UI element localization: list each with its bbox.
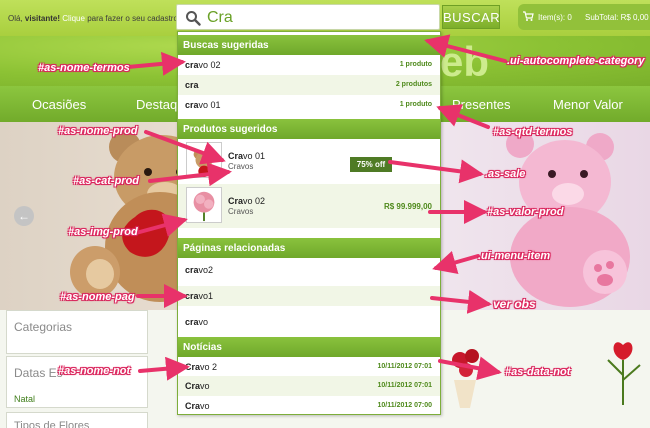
ac-page-row[interactable]: cravo xyxy=(178,312,440,332)
label-as-data-not: #as-data-not xyxy=(505,366,571,378)
search-button[interactable]: BUSCAR xyxy=(442,5,500,29)
pink-teddy-bear xyxy=(506,130,630,307)
cart-summary[interactable]: Item(s): 0 SubTotal: R$ 0,00 xyxy=(518,4,650,30)
ac-term-match: cra xyxy=(185,80,199,90)
logo-text[interactable]: eb xyxy=(440,38,489,86)
greeting-name: visitante! xyxy=(24,14,61,23)
ac-news-name: Cravo 2 xyxy=(185,362,217,372)
ac-page-rest: vo2 xyxy=(198,265,214,275)
ac-term-match: cra xyxy=(185,100,199,110)
nav-item-ocasioes[interactable]: Ocasiões xyxy=(32,97,86,112)
ac-page-row[interactable]: cravo1 xyxy=(178,286,440,306)
ac-news-row[interactable]: Cravo 10/11/2012 07:00 xyxy=(178,396,440,416)
label-as-nome-prod: #as-nome-prod xyxy=(58,125,138,137)
sidebar-dates-title: Datas Es xyxy=(14,366,63,380)
search-input[interactable] xyxy=(207,7,427,29)
label-as-cat-prod: #as-cat-prod xyxy=(73,175,140,187)
sidebar-categories-title: Categorias xyxy=(14,320,73,334)
ac-news-rest: vo xyxy=(200,381,210,391)
ac-product-name: Cravo 02 xyxy=(228,196,265,206)
ac-product-name: Cravo 01 xyxy=(228,151,265,161)
ac-news-name: Cravo xyxy=(185,381,210,391)
greeting-text: Olá, visitante! Clique para fazer o seu … xyxy=(8,14,180,23)
ac-term-qty: 2 produtos xyxy=(395,81,432,88)
ac-news-match: Cra xyxy=(185,401,201,411)
ac-news-name: Cravo xyxy=(185,401,210,411)
ac-category-terms: Buscas sugeridas xyxy=(178,35,440,55)
product-thumbnail-roses[interactable] xyxy=(440,330,490,410)
ac-product-image xyxy=(186,142,222,178)
label-as-valor-prod: #as-valor-prod xyxy=(487,206,564,218)
ac-page-name: cravo xyxy=(185,317,208,327)
ac-product-match: Cra xyxy=(228,151,244,161)
ac-category-products: Produtos sugeridos xyxy=(178,119,440,139)
cart-items: Item(s): 0 xyxy=(538,13,572,22)
label-as-qtd-termos: #as-qtd-termos xyxy=(493,126,573,138)
ac-news-rest: vo 2 xyxy=(200,362,218,372)
label-ui-menu-item: .ui-menu-item xyxy=(478,250,551,262)
ac-news-date: 10/11/2012 07:01 xyxy=(377,363,433,370)
ac-product-category: Cravos xyxy=(228,207,254,216)
search-box xyxy=(176,4,440,30)
nav-item-presentes[interactable]: Presentes xyxy=(452,97,511,112)
label-ver-obs: ver obs xyxy=(493,297,536,311)
ac-page-match: cra xyxy=(185,265,199,275)
ac-sale-badge: 75% off xyxy=(350,157,392,172)
ac-product-row[interactable]: Cravo 01 Cravos xyxy=(178,139,440,183)
ac-term-name: cravo 02 xyxy=(185,60,221,70)
ac-news-row[interactable]: Cravo 10/11/2012 07:01 xyxy=(178,376,440,396)
ac-product-rest: vo 01 xyxy=(243,151,266,161)
ac-product-match: Cra xyxy=(228,196,244,206)
nav-item-menor-valor[interactable]: Menor Valor xyxy=(553,97,623,112)
greeting-suffix: para fazer o seu cadastro. xyxy=(87,14,181,23)
ac-term-match: cra xyxy=(185,60,199,70)
sidebar-flowers-title: Tipos de Flores xyxy=(14,420,90,428)
ac-category-news: Notícias xyxy=(178,337,440,357)
ac-product-price: R$ 99.999,00 xyxy=(383,202,432,211)
product-thumbnail-anthurium[interactable] xyxy=(598,330,648,410)
ac-product-rest: vo 02 xyxy=(243,196,266,206)
ac-term-name: cra xyxy=(185,80,199,90)
ac-page-match: cra xyxy=(185,317,199,327)
label-as-nome-not: #as-nome-not xyxy=(58,365,131,377)
label-as-sale: .as-sale xyxy=(485,168,526,180)
ac-term-row[interactable]: cra 2 produtos xyxy=(178,75,440,95)
ac-category-pages: Páginas relacionadas xyxy=(178,238,440,258)
cart-icon xyxy=(523,11,534,21)
ac-page-row[interactable]: cravo2 xyxy=(178,260,440,280)
ac-news-match: Cra xyxy=(185,381,201,391)
ac-news-date: 10/11/2012 07:01 xyxy=(377,382,433,389)
ac-news-rest: vo xyxy=(200,401,210,411)
label-ui-autocomplete-category: .ui-autocomplete-category xyxy=(507,55,645,67)
ac-page-rest: vo xyxy=(198,317,209,327)
ac-product-image xyxy=(186,187,222,223)
ac-page-name: cravo2 xyxy=(185,265,213,275)
ac-page-name: cravo1 xyxy=(185,291,213,301)
label-as-img-prod: #as-img-prod xyxy=(68,226,138,238)
ac-term-row[interactable]: cravo 01 1 produto xyxy=(178,95,440,115)
ac-term-name: cravo 01 xyxy=(185,100,221,110)
greeting-prefix: Olá, xyxy=(8,14,23,23)
ac-term-qty: 1 produto xyxy=(399,61,432,68)
ac-product-category: Cravos xyxy=(228,162,254,171)
ac-page-match: cra xyxy=(185,291,199,301)
ac-page-rest: vo1 xyxy=(198,291,214,301)
ac-product-row[interactable]: Cravo 02 Cravos R$ 99.999,00 xyxy=(178,184,440,228)
ac-news-row[interactable]: Cravo 2 10/11/2012 07:01 xyxy=(178,357,440,377)
label-as-nome-pag: #as-nome-pag xyxy=(60,291,135,303)
ac-term-row[interactable]: cravo 02 1 produto xyxy=(178,55,440,75)
cart-subtotal: SubTotal: R$ 0,00 xyxy=(585,13,649,22)
ac-news-date: 10/11/2012 07:00 xyxy=(377,402,433,409)
search-icon xyxy=(186,11,201,26)
slider-prev-arrow[interactable]: ← xyxy=(14,206,34,226)
ac-term-qty: 1 produto xyxy=(399,101,432,108)
ac-news-match: Cra xyxy=(185,362,201,372)
ac-term-rest: vo 01 xyxy=(198,100,221,110)
register-link[interactable]: Clique xyxy=(62,14,85,23)
ac-term-rest: vo 02 xyxy=(198,60,221,70)
sidebar-link-natal[interactable]: Natal xyxy=(14,394,35,404)
label-as-nome-termos: #as-nome-termos xyxy=(38,62,130,74)
autocomplete-dropdown: Buscas sugeridas cravo 02 1 produto cra … xyxy=(177,31,441,415)
